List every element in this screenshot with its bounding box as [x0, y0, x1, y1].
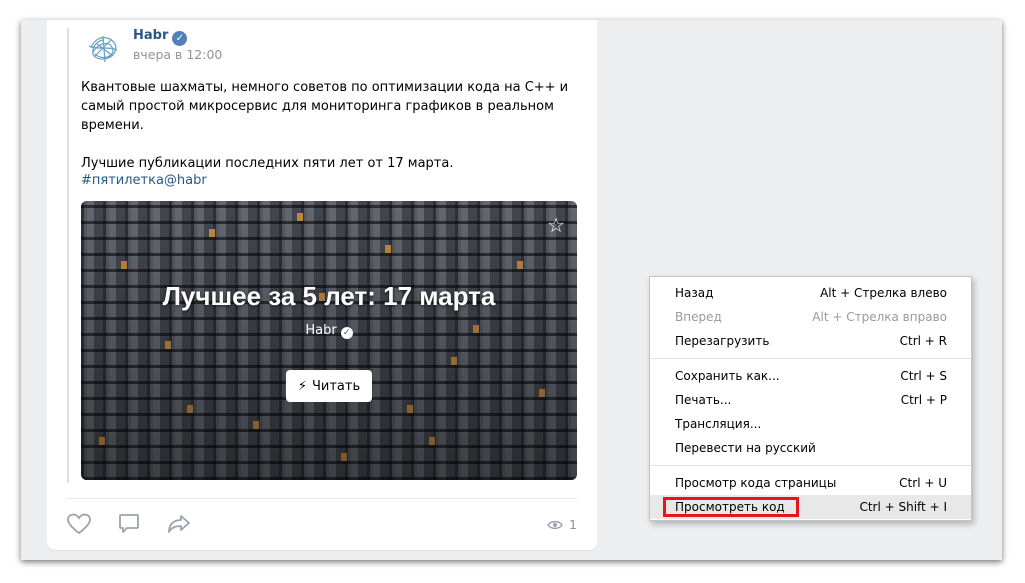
menu-item-shortcut: Ctrl + S: [900, 369, 947, 383]
menu-item-label: Просмотр кода страницы: [675, 476, 837, 490]
share-icon[interactable]: [167, 512, 191, 536]
like-icon[interactable]: [67, 512, 91, 536]
views-count: 1: [569, 517, 577, 532]
menu-item-reload[interactable]: Перезагрузить Ctrl + R: [650, 329, 971, 353]
divider: [67, 498, 577, 499]
context-menu: Назад Alt + Стрелка влево Вперед Alt + С…: [649, 276, 972, 521]
article-card[interactable]: ☆ Лучшее за 5 лет: 17 марта Habr ✓ ⚡ Чита…: [81, 201, 577, 480]
card-title: Лучшее за 5 лет: 17 марта: [162, 281, 496, 311]
menu-item-shortcut: Ctrl + U: [899, 476, 947, 490]
star-icon[interactable]: ☆: [547, 213, 565, 237]
menu-item-label: Печать...: [675, 393, 732, 407]
menu-item-label: Перезагрузить: [675, 334, 770, 348]
menu-item-shortcut: Ctrl + R: [899, 334, 947, 348]
menu-separator: [650, 465, 971, 466]
read-button-label: Читать: [312, 378, 361, 394]
eye-icon: [547, 520, 563, 529]
menu-item-cast[interactable]: Трансляция...: [650, 412, 971, 436]
post-card: Habr ✓ вчера в 12:00 Квантовые шахматы, н…: [47, 20, 597, 550]
building-background-image: [81, 201, 577, 480]
avatar[interactable]: [83, 28, 123, 68]
menu-item-view-source[interactable]: Просмотр кода страницы Ctrl + U: [650, 471, 971, 495]
post-actions: [67, 512, 191, 536]
post-paragraph: Квантовые шахматы, немного советов по оп…: [81, 80, 569, 133]
menu-item-save-as[interactable]: Сохранить как... Ctrl + S: [650, 364, 971, 388]
post-author[interactable]: Habr ✓: [133, 28, 188, 46]
post-time[interactable]: вчера в 12:00: [133, 47, 222, 62]
menu-item-label: Сохранить как...: [675, 369, 780, 383]
repost-bar: [67, 28, 69, 483]
menu-item-translate[interactable]: Перевести на русский: [650, 436, 971, 460]
browser-viewport: Habr ✓ вчера в 12:00 Квантовые шахматы, н…: [21, 20, 1002, 560]
menu-item-shortcut: Ctrl + P: [900, 393, 947, 407]
menu-item-label: Перевести на русский: [675, 441, 816, 455]
menu-item-shortcut: Alt + Стрелка вправо: [812, 310, 947, 324]
comment-icon[interactable]: [117, 512, 141, 536]
menu-item-back[interactable]: Назад Alt + Стрелка влево: [650, 281, 971, 305]
read-button[interactable]: ⚡ Читать: [286, 370, 372, 402]
menu-item-inspect[interactable]: Просмотреть код Ctrl + Shift + I: [650, 495, 971, 519]
menu-item-shortcut: Alt + Стрелка влево: [820, 286, 947, 300]
menu-separator: [650, 358, 971, 359]
menu-item-print[interactable]: Печать... Ctrl + P: [650, 388, 971, 412]
author-name[interactable]: Habr: [133, 28, 168, 43]
post-paragraph: Лучшие публикации последних пяти лет от …: [81, 156, 454, 171]
menu-item-label: Трансляция...: [675, 417, 762, 431]
verified-icon: ✓: [172, 31, 188, 46]
verified-icon: ✓: [340, 327, 353, 339]
menu-item-forward: Вперед Alt + Стрелка вправо: [650, 305, 971, 329]
card-source-name: Habr: [305, 323, 337, 338]
menu-item-shortcut: Ctrl + Shift + I: [859, 500, 947, 514]
card-source: Habr ✓: [81, 323, 577, 339]
views-counter: 1: [547, 517, 577, 532]
menu-item-label: Вперед: [675, 310, 722, 324]
lightning-icon: ⚡: [297, 378, 307, 394]
post-hashtag[interactable]: #пятилетка@habr: [81, 173, 207, 188]
menu-item-label: Назад: [675, 286, 714, 300]
highlight-box: [663, 497, 799, 517]
